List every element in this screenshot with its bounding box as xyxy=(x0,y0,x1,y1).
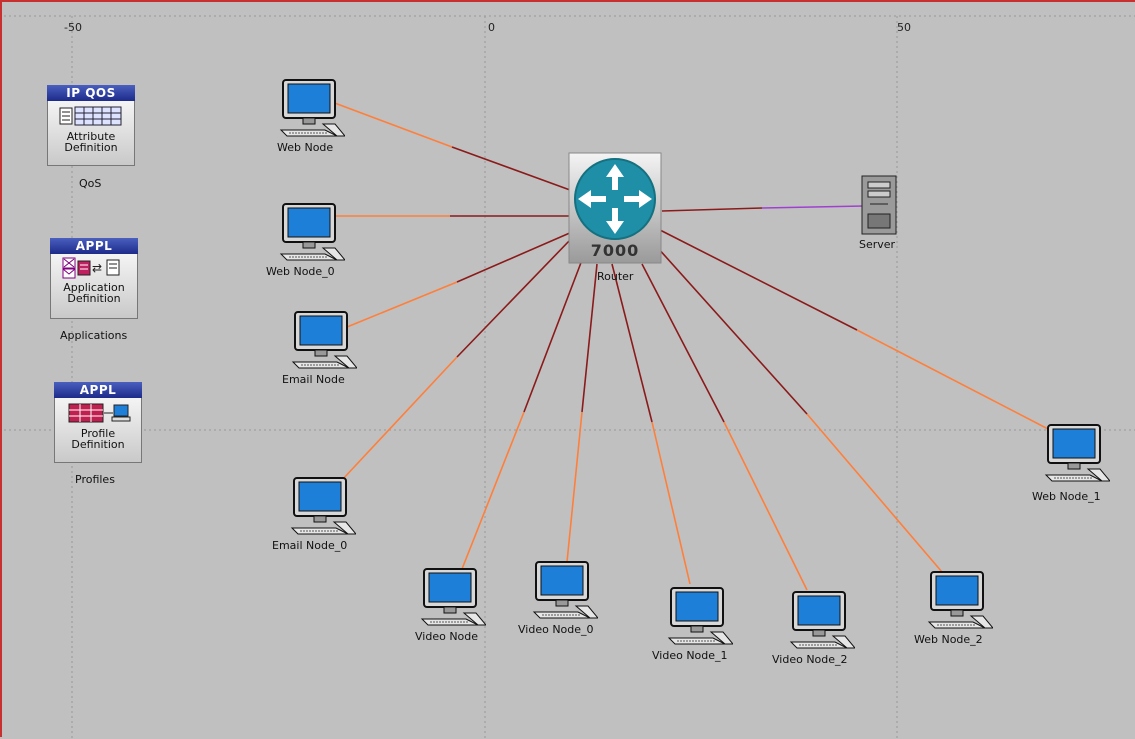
profile-icon xyxy=(68,403,131,423)
workstation-web-node-0[interactable] xyxy=(279,202,347,262)
router-model: 7000 xyxy=(590,241,640,260)
profiles-body-line2: Definition xyxy=(71,438,125,451)
profiles-header: APPL xyxy=(54,382,142,398)
qos-body-line2: Definition xyxy=(64,141,118,154)
app-icons: ⇄ xyxy=(62,257,120,279)
workstation-icon xyxy=(927,571,995,629)
workstation-label: Web Node_0 xyxy=(266,265,335,278)
workstation-label: Web Node_2 xyxy=(914,633,983,646)
qos-attribute-definition[interactable]: IP QOS Attribute Definition xyxy=(47,85,135,166)
workstation-web-node[interactable] xyxy=(279,78,347,138)
applications-caption: Applications xyxy=(60,329,128,342)
profiles-body: Profile Definition xyxy=(54,398,142,463)
workstation-icon xyxy=(532,561,600,619)
workstation-web-node-2[interactable] xyxy=(927,570,995,630)
workstation-video-node-1[interactable] xyxy=(667,586,735,646)
workstation-video-node-0[interactable] xyxy=(532,560,600,620)
qos-caption: QoS xyxy=(79,177,102,190)
workstation-label: Video Node_0 xyxy=(518,623,594,636)
workstation-icon xyxy=(279,79,347,137)
link-video-node-2[interactable] xyxy=(641,263,808,591)
link-video-node-1[interactable] xyxy=(611,263,691,585)
workstation-web-node-1[interactable] xyxy=(1044,423,1112,483)
workstation-label: Video Node_2 xyxy=(772,653,848,666)
workstation-icon xyxy=(290,477,358,535)
qos-body: Attribute Definition xyxy=(47,101,135,166)
svg-text:⇄: ⇄ xyxy=(92,261,102,275)
applications-header: APPL xyxy=(50,238,138,254)
workstation-label: Video Node xyxy=(415,630,479,643)
applications-body-line2: Definition xyxy=(67,292,121,305)
workstation-label: Web Node_1 xyxy=(1032,490,1101,503)
router-label: Router xyxy=(597,270,634,283)
application-definition[interactable]: APPL ⇄ Application Definition xyxy=(50,238,138,319)
workstation-email-node-0[interactable] xyxy=(290,476,358,536)
workstation-label: Video Node_1 xyxy=(652,649,728,662)
link-web-node[interactable] xyxy=(331,101,571,191)
workstation-video-node[interactable] xyxy=(420,567,488,627)
workstation-label: Email Node_0 xyxy=(272,539,348,552)
server-label: Server xyxy=(859,238,896,251)
link-web-node-1[interactable] xyxy=(659,229,1051,431)
profiles-caption: Profiles xyxy=(75,473,115,486)
workstation-icon xyxy=(420,568,488,626)
link-web-node-2[interactable] xyxy=(656,246,943,573)
workstation-icon xyxy=(667,587,735,645)
workstation-label: Email Node xyxy=(282,373,345,386)
link-video-node[interactable] xyxy=(461,259,583,570)
server-icon xyxy=(861,175,897,235)
workstation-email-node[interactable] xyxy=(291,310,359,370)
link-server[interactable] xyxy=(661,205,865,212)
workstation-icon xyxy=(279,203,347,261)
profile-definition[interactable]: APPL Profile Definition xyxy=(54,382,142,463)
router[interactable]: 7000 xyxy=(568,152,662,264)
workstation-icon xyxy=(291,311,359,369)
workstation-label: Web Node xyxy=(277,141,334,154)
server[interactable] xyxy=(860,174,900,236)
qos-header: IP QOS xyxy=(47,85,135,101)
link-email-node-0[interactable] xyxy=(341,239,571,481)
table-icon xyxy=(59,106,122,126)
network-canvas[interactable]: -50 0 50 IP QOS Attribute Definition QoS… xyxy=(0,0,1135,739)
workstation-video-node-2[interactable] xyxy=(789,590,857,650)
link-email-node[interactable] xyxy=(346,231,573,328)
workstation-icon xyxy=(789,591,857,649)
applications-body: ⇄ Application Definition xyxy=(50,254,138,319)
workstation-icon xyxy=(1044,424,1112,482)
link-video-node-0[interactable] xyxy=(566,263,598,563)
